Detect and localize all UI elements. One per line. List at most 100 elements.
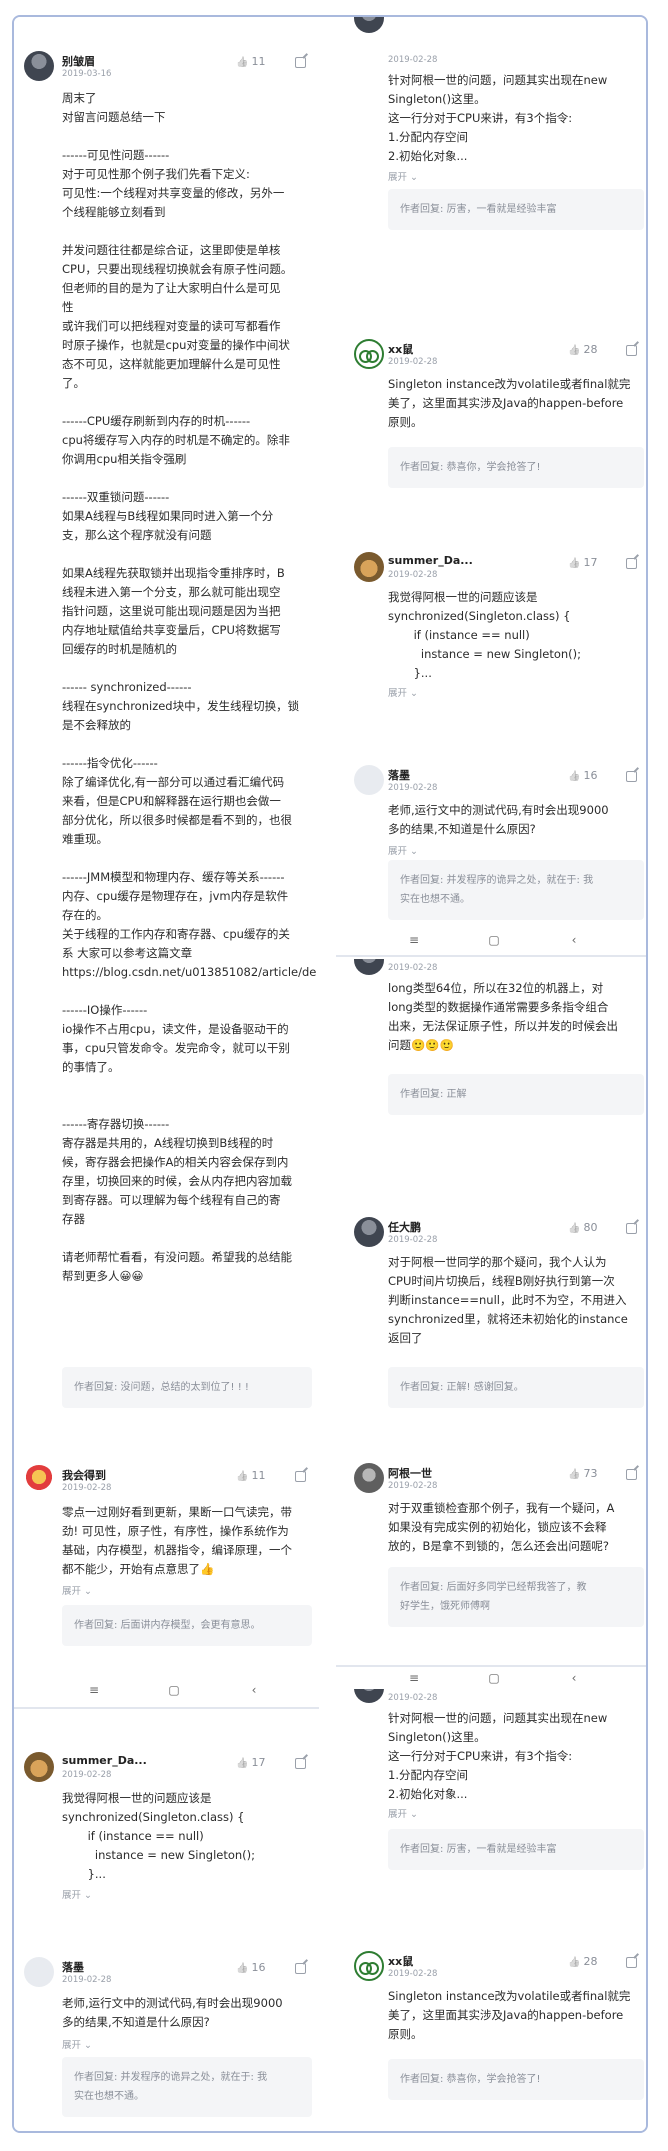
author-reply: 作者回复: 正解	[388, 1074, 644, 1115]
comment-author[interactable]: summer_Da...	[62, 1754, 147, 1767]
home-nav-button[interactable]: ▢	[474, 933, 514, 947]
like-button[interactable]: 16	[568, 769, 597, 782]
like-button[interactable]: 11	[236, 1469, 265, 1482]
menu-nav-button[interactable]: ≡	[74, 1683, 114, 1697]
comment-panel: 阿根一世 2019-02-28 73 对于双重锁检查那个例子，我有一个疑问，A …	[336, 1455, 646, 1665]
comment-date: 2019-02-28	[388, 1481, 438, 1491]
author-reply: 作者回复: 恭喜你，学会抢答了!	[388, 2059, 644, 2100]
avatar[interactable]	[24, 1465, 54, 1495]
divider	[336, 955, 646, 957]
comment-author[interactable]: summer_Da...	[388, 554, 473, 567]
comment-body: 零点一过刚好看到更新，果断一口气读完，带 劲! 可见性，原子性，有序性，操作系统…	[62, 1505, 292, 1576]
comment-panel: xx鼠 2019-02-28 28 Singleton instance改为vo…	[336, 1937, 646, 2131]
like-button[interactable]: 80	[568, 1221, 597, 1234]
avatar[interactable]	[24, 51, 54, 81]
avatar[interactable]	[354, 959, 384, 975]
author-reply: 作者回复: 后面好多同学已经帮我答了，教 好学生，饿死师傅啊	[388, 1567, 644, 1627]
comment-date: 2019-02-28	[388, 1693, 438, 1703]
expand-button[interactable]: 展开	[62, 1583, 92, 1597]
comment-date: 2019-02-28	[62, 1975, 112, 1985]
share-icon[interactable]	[295, 1471, 306, 1482]
comment-panel: 2019-02-28 针对阿根一世的问题，问题其实出现在new Singleto…	[336, 1689, 646, 1929]
avatar[interactable]	[354, 1689, 384, 1703]
avatar[interactable]	[24, 1957, 54, 1987]
avatar[interactable]	[24, 1752, 54, 1782]
comment-author[interactable]: 落墨	[388, 767, 410, 783]
author-reply: 作者回复: 厉害，一看就是经验丰富	[388, 189, 644, 230]
avatar[interactable]	[354, 17, 384, 33]
comment-date: 2019-02-28	[388, 357, 438, 367]
expand-button[interactable]: 展开	[62, 2037, 92, 2051]
comment-author[interactable]: 阿根一世	[388, 1465, 432, 1481]
share-icon[interactable]	[626, 1957, 637, 1968]
comment-body: 针对阿根一世的问题，问题其实出现在new Singleton()这里。 这一行分…	[388, 1711, 608, 1801]
expand-button[interactable]: 展开	[388, 843, 418, 857]
expand-button[interactable]: 展开	[388, 685, 418, 699]
home-nav-button[interactable]: ▢	[474, 1671, 514, 1685]
comment-author[interactable]: 任大鹏	[388, 1219, 421, 1235]
like-button[interactable]: 17	[236, 1756, 265, 1769]
share-icon[interactable]	[626, 1223, 637, 1234]
share-icon[interactable]	[626, 345, 637, 356]
expand-button[interactable]: 展开	[388, 1806, 418, 1820]
comment-body: 对于双重锁检查那个例子，我有一个疑问，A 如果没有完成实例的初始化，锁应该不会释…	[388, 1501, 615, 1553]
avatar[interactable]	[354, 1463, 384, 1493]
comment-panel: 2019-02-28 针对阿根一世的问题，问题其实出现在new Singleto…	[336, 17, 646, 285]
back-nav-button[interactable]: ‹	[554, 933, 594, 947]
system-navbar: ≡ ▢ ‹	[54, 1679, 294, 1701]
like-button[interactable]: 17	[568, 556, 597, 569]
menu-nav-button[interactable]: ≡	[394, 1671, 434, 1685]
comment-date: 2019-02-28	[388, 783, 438, 793]
comment-panel: summer_Da... 2019-02-28 17 我觉得阿根一世的问题应该是…	[14, 1717, 319, 1932]
like-button[interactable]: 73	[568, 1467, 597, 1480]
avatar[interactable]	[354, 552, 384, 582]
comment-panel: 任大鹏 2019-02-28 80 对于阿根一世同学的那个疑问，我个人认为 CP…	[336, 1197, 646, 1437]
share-icon[interactable]	[295, 1963, 306, 1974]
comment-date: 2019-02-28	[62, 1770, 112, 1780]
comment-body: 我觉得阿根一世的问题应该是 synchronized(Singleton.cla…	[62, 1791, 256, 1881]
share-icon[interactable]	[626, 771, 637, 782]
comment-panel: 我会得到 2019-02-28 11 零点一过刚好看到更新，果断一口气读完，带 …	[14, 1455, 319, 1675]
like-button[interactable]: 16	[236, 1961, 265, 1974]
comment-body: 老师,运行文中的测试代码,有时会出现9000 多的结果,不知道是什么原因?	[388, 803, 609, 836]
avatar[interactable]	[354, 1951, 384, 1981]
comment-body: 对于阿根一世同学的那个疑问，我个人认为 CPU时间片切换后，线程B刚好执行到第一…	[388, 1255, 628, 1345]
comment-author[interactable]: xx鼠	[388, 1953, 413, 1969]
like-button[interactable]: 28	[568, 1955, 597, 1968]
menu-nav-button[interactable]: ≡	[394, 933, 434, 947]
avatar[interactable]	[354, 1217, 384, 1247]
like-button[interactable]: 11	[236, 55, 265, 68]
comment-panel-summary: 别皱眉 2019-03-16 11 周末了 对留言问题总结一下 ------可见…	[14, 17, 319, 1447]
comment-date: 2019-02-28	[388, 55, 438, 65]
comment-date: 2019-03-16	[62, 69, 112, 79]
comment-author[interactable]: 落墨	[62, 1959, 84, 1975]
back-nav-button[interactable]: ‹	[554, 1671, 594, 1685]
home-nav-button[interactable]: ▢	[154, 1683, 194, 1697]
comment-date: 2019-02-28	[388, 570, 438, 580]
back-nav-button[interactable]: ‹	[234, 1683, 274, 1697]
comment-body: 针对阿根一世的问题，问题其实出现在new Singleton()这里。 这一行分…	[388, 73, 608, 163]
share-icon[interactable]	[626, 1469, 637, 1480]
avatar[interactable]	[354, 765, 384, 795]
comment-author[interactable]: xx鼠	[388, 341, 413, 357]
author-reply: 作者回复: 并发程序的诡异之处，就在于: 我 实在也想不通。	[388, 860, 644, 920]
expand-button[interactable]: 展开	[388, 169, 418, 183]
share-icon[interactable]	[626, 558, 637, 569]
author-reply: 作者回复: 并发程序的诡异之处，就在于: 我 实在也想不通。	[62, 2057, 312, 2117]
like-button[interactable]: 28	[568, 343, 597, 356]
comment-author[interactable]: 我会得到	[62, 1467, 106, 1483]
comment-panel: 落墨 2019-02-28 16 老师,运行文中的测试代码,有时会出现9000 …	[14, 1942, 319, 2131]
screenshot-collage: 别皱眉 2019-03-16 11 周末了 对留言问题总结一下 ------可见…	[12, 15, 648, 2133]
system-navbar: ≡ ▢ ‹	[374, 929, 614, 951]
expand-button[interactable]: 展开	[62, 1887, 92, 1901]
comment-author[interactable]: 别皱眉	[62, 53, 95, 69]
avatar[interactable]	[354, 339, 384, 369]
share-icon[interactable]	[295, 57, 306, 68]
comment-date: 2019-02-28	[62, 1483, 112, 1493]
comment-body: long类型64位，所以在32位的机器上，对 long类型的数据操作通常需要多条…	[388, 981, 618, 1052]
share-icon[interactable]	[295, 1758, 306, 1769]
comment-date: 2019-02-28	[388, 1969, 438, 1979]
author-reply: 作者回复: 恭喜你，学会抢答了!	[388, 447, 644, 488]
comment-panel: xx鼠 2019-02-28 28 Singleton instance改为vo…	[336, 317, 646, 517]
comment-body: 周末了 对留言问题总结一下 ------可见性问题------ 对于可见性那个例…	[62, 91, 317, 1283]
